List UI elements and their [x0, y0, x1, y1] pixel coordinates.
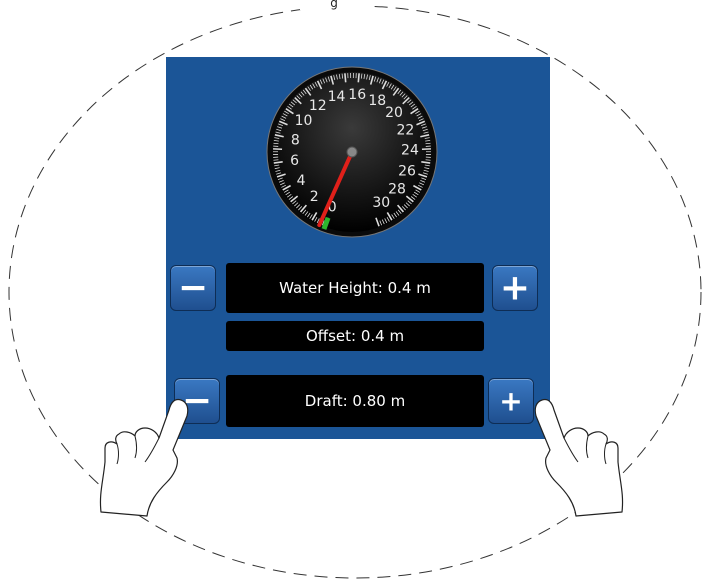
plus-icon: +: [499, 267, 531, 309]
gauge-tick: [425, 159, 431, 161]
header-label: g: [300, 0, 368, 10]
gauge-number: 30: [372, 195, 390, 211]
gauge-number: 10: [295, 113, 313, 129]
gauge-number: 6: [290, 153, 299, 169]
gauge-number: 18: [368, 93, 386, 109]
gauge-tick: [273, 159, 279, 161]
gauge-number: 8: [291, 132, 300, 148]
depth-gauge: 02468101214 16 18202224262830: [266, 66, 438, 238]
draft-text: Draft: 0.80 m: [304, 392, 406, 410]
left-hand-icon: [99, 398, 189, 517]
right-hand-icon: [534, 398, 624, 517]
gauge-number: 12: [309, 98, 327, 114]
gauge-number: 14: [328, 89, 346, 105]
gauge-number: 28: [388, 182, 406, 198]
gauge-number: 4: [297, 173, 306, 189]
offset-readout: Offset: 0.4 m: [226, 321, 484, 351]
gauge-tick: [357, 73, 360, 83]
gauge-hub: [346, 146, 358, 158]
gauge-number: 20: [385, 105, 403, 121]
gauge-tick: [344, 73, 347, 83]
gauge-number: 22: [397, 122, 415, 138]
water-height-plus-button[interactable]: +: [492, 265, 538, 311]
offset-text: Offset: 0.4 m: [305, 327, 405, 345]
gauge-number: 2: [310, 189, 319, 205]
gauge-tick: [273, 142, 279, 145]
draft-readout: Draft: 0.80 m: [226, 375, 484, 427]
minus-icon: −: [177, 267, 209, 309]
water-height-readout: Water Height: 0.4 m: [226, 263, 484, 313]
gauge-number: 26: [398, 163, 416, 179]
water-height-text: Water Height: 0.4 m: [279, 279, 431, 297]
gauge-number: 16: [348, 87, 366, 103]
water-height-minus-button[interactable]: −: [170, 265, 216, 311]
gauge-tick: [425, 142, 431, 145]
gauge-number: 24: [401, 143, 419, 159]
